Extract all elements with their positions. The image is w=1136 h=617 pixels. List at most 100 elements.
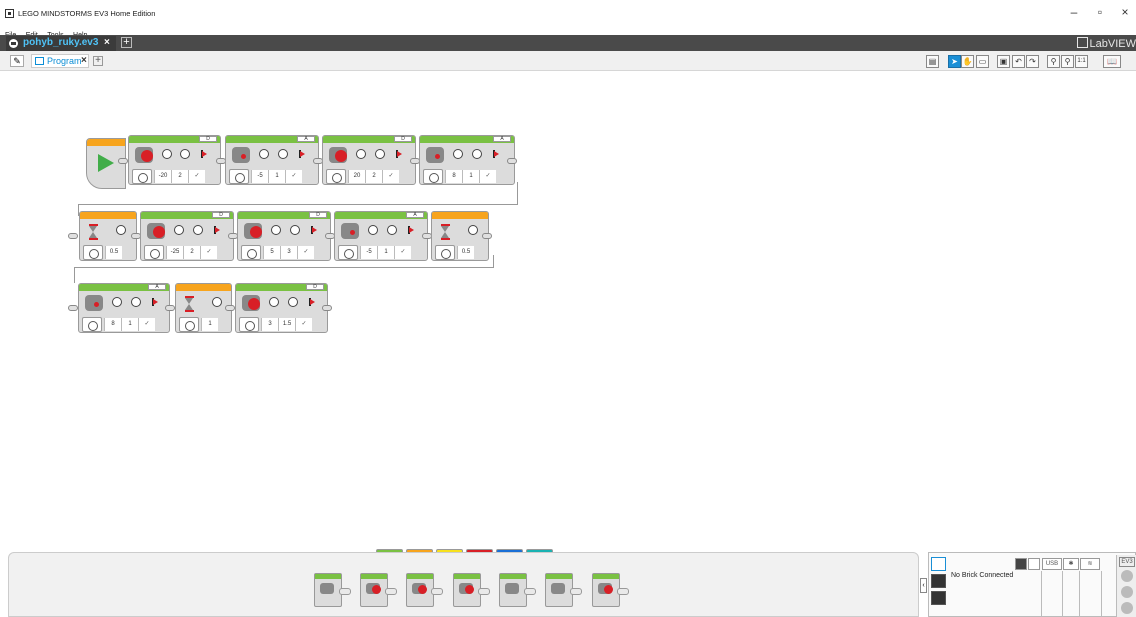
large-motor-block[interactable]: D 3 1.5 ✓ (235, 283, 328, 333)
wifi-icon[interactable]: ≋ (1080, 558, 1100, 570)
sequence-plug[interactable] (165, 305, 175, 311)
download-icon[interactable] (1121, 570, 1133, 582)
palette-move-tank-block[interactable] (453, 573, 490, 607)
large-motor-block[interactable]: D 5 3 ✓ (237, 211, 331, 261)
sequence-plug[interactable] (68, 233, 78, 239)
zoom-reset-icon[interactable]: 1:1 (1075, 55, 1088, 68)
medium-motor-block[interactable]: A 8 1 ✓ (78, 283, 170, 333)
mode-selector[interactable] (326, 169, 346, 184)
lobby-icon[interactable] (9, 39, 18, 48)
port-selector[interactable]: D (309, 212, 327, 218)
mode-selector[interactable] (241, 245, 261, 260)
palette-move-steering-block[interactable] (406, 573, 443, 607)
power-value[interactable]: -5 (251, 170, 268, 183)
palette-medium-motor-block[interactable] (314, 573, 351, 607)
power-value[interactable]: 8 (104, 318, 121, 331)
power-value[interactable]: -20 (154, 170, 171, 183)
rotations-value[interactable]: 1 (462, 170, 479, 183)
brake-value[interactable]: ✓ (188, 170, 205, 183)
brake-value[interactable]: ✓ (297, 246, 314, 259)
rotations-value[interactable]: 3 (280, 246, 297, 259)
mode-selector[interactable] (179, 317, 199, 332)
mode-selector[interactable] (229, 169, 249, 184)
program-tab[interactable]: Program × (31, 54, 89, 68)
mode-selector[interactable] (83, 245, 103, 260)
port-selector[interactable]: D (212, 212, 230, 218)
sequence-plug[interactable] (118, 158, 128, 164)
hardware-page-toggle-icon[interactable]: ‹ (920, 578, 927, 593)
sequence-plug[interactable] (225, 305, 235, 311)
add-project-button[interactable]: + (121, 37, 132, 48)
port-selector[interactable]: A (493, 136, 511, 142)
rotations-value[interactable]: 1 (121, 318, 138, 331)
mode-selector[interactable] (144, 245, 164, 260)
save-icon[interactable]: ▣ (997, 55, 1010, 68)
usb-tab[interactable]: USB (1042, 558, 1062, 570)
mode-selector[interactable] (423, 169, 443, 184)
mode-selector[interactable] (435, 245, 455, 260)
mode-selector[interactable] (82, 317, 102, 332)
wait-block[interactable]: 0.5 (79, 211, 137, 261)
zoom-in-icon[interactable]: ⚲ (1061, 55, 1074, 68)
sequence-plug[interactable] (482, 233, 492, 239)
port-selector[interactable]: A (297, 136, 315, 142)
brick-information-icon[interactable] (931, 557, 946, 571)
rotations-value[interactable]: 2 (365, 170, 382, 183)
available-bricks-icon[interactable] (931, 591, 946, 605)
port-selector[interactable]: D (199, 136, 217, 142)
power-value[interactable]: -5 (360, 246, 377, 259)
brake-value[interactable]: ✓ (382, 170, 399, 183)
project-tab[interactable]: pohyb_ruky.ev3 × (6, 36, 116, 51)
medium-motor-block[interactable]: A 8 1 ✓ (419, 135, 515, 185)
sequence-plug[interactable] (322, 305, 332, 311)
programming-canvas[interactable]: D -20 2 ✓ A -5 1 ✓ D 20 2 ✓ A 8 1 ✓ 0.5 … (0, 72, 1136, 549)
add-program-button[interactable]: + (93, 56, 103, 66)
brake-value[interactable]: ✓ (138, 318, 155, 331)
large-motor-block[interactable]: D -20 2 ✓ (128, 135, 221, 185)
program-close-button[interactable]: × (81, 55, 87, 66)
pan-icon[interactable]: ✋ (961, 55, 974, 68)
refresh-icon[interactable] (1015, 558, 1027, 570)
rotations-value[interactable]: 1 (268, 170, 285, 183)
minimize-button[interactable]: – (1064, 5, 1084, 19)
power-value[interactable]: 8 (445, 170, 462, 183)
mode-selector[interactable] (132, 169, 152, 184)
port-view-icon[interactable] (931, 574, 946, 588)
palette-large-motor-block[interactable] (360, 573, 397, 607)
wait-block[interactable]: 0.5 (431, 211, 489, 261)
download-and-run-icon[interactable] (1121, 586, 1133, 598)
zoom-out-icon[interactable]: ⚲ (1047, 55, 1060, 68)
rotations-value[interactable]: 1.5 (278, 318, 295, 331)
wait-block[interactable]: 1 (175, 283, 232, 333)
redo-icon[interactable]: ↷ (1026, 55, 1039, 68)
port-selector[interactable]: D (306, 284, 324, 290)
medium-motor-block[interactable]: A -5 1 ✓ (225, 135, 319, 185)
power-value[interactable]: 3 (261, 318, 278, 331)
power-value[interactable]: 20 (348, 170, 365, 183)
mode-selector[interactable] (338, 245, 358, 260)
brake-value[interactable]: ✓ (285, 170, 302, 183)
port-selector[interactable]: D (394, 136, 412, 142)
project-properties-wrench-icon[interactable]: ✎ (10, 55, 24, 67)
port-selector[interactable]: A (406, 212, 424, 218)
brick-window-icon[interactable] (1028, 558, 1040, 570)
select-icon[interactable]: ➤ (948, 55, 961, 68)
brake-value[interactable]: ✓ (200, 246, 217, 259)
content-editor-icon[interactable]: ▤ (926, 55, 939, 68)
rotations-value[interactable]: 2 (183, 246, 200, 259)
palette-brick-status-light-block[interactable] (592, 573, 629, 607)
sequence-plug[interactable] (507, 158, 517, 164)
brake-value[interactable]: ✓ (479, 170, 496, 183)
large-motor-block[interactable]: D -25 2 ✓ (140, 211, 234, 261)
sequence-plug[interactable] (68, 305, 78, 311)
seconds-value[interactable]: 0.5 (105, 246, 122, 259)
large-motor-block[interactable]: D 20 2 ✓ (322, 135, 416, 185)
comment-icon[interactable]: ▭ (976, 55, 989, 68)
palette-display-block[interactable] (499, 573, 536, 607)
seconds-value[interactable]: 0.5 (457, 246, 474, 259)
power-value[interactable]: -25 (166, 246, 183, 259)
medium-motor-block[interactable]: A -5 1 ✓ (334, 211, 428, 261)
close-window-button[interactable]: × (1115, 5, 1135, 19)
maximize-button[interactable]: ▫ (1090, 5, 1110, 19)
brake-value[interactable]: ✓ (394, 246, 411, 259)
